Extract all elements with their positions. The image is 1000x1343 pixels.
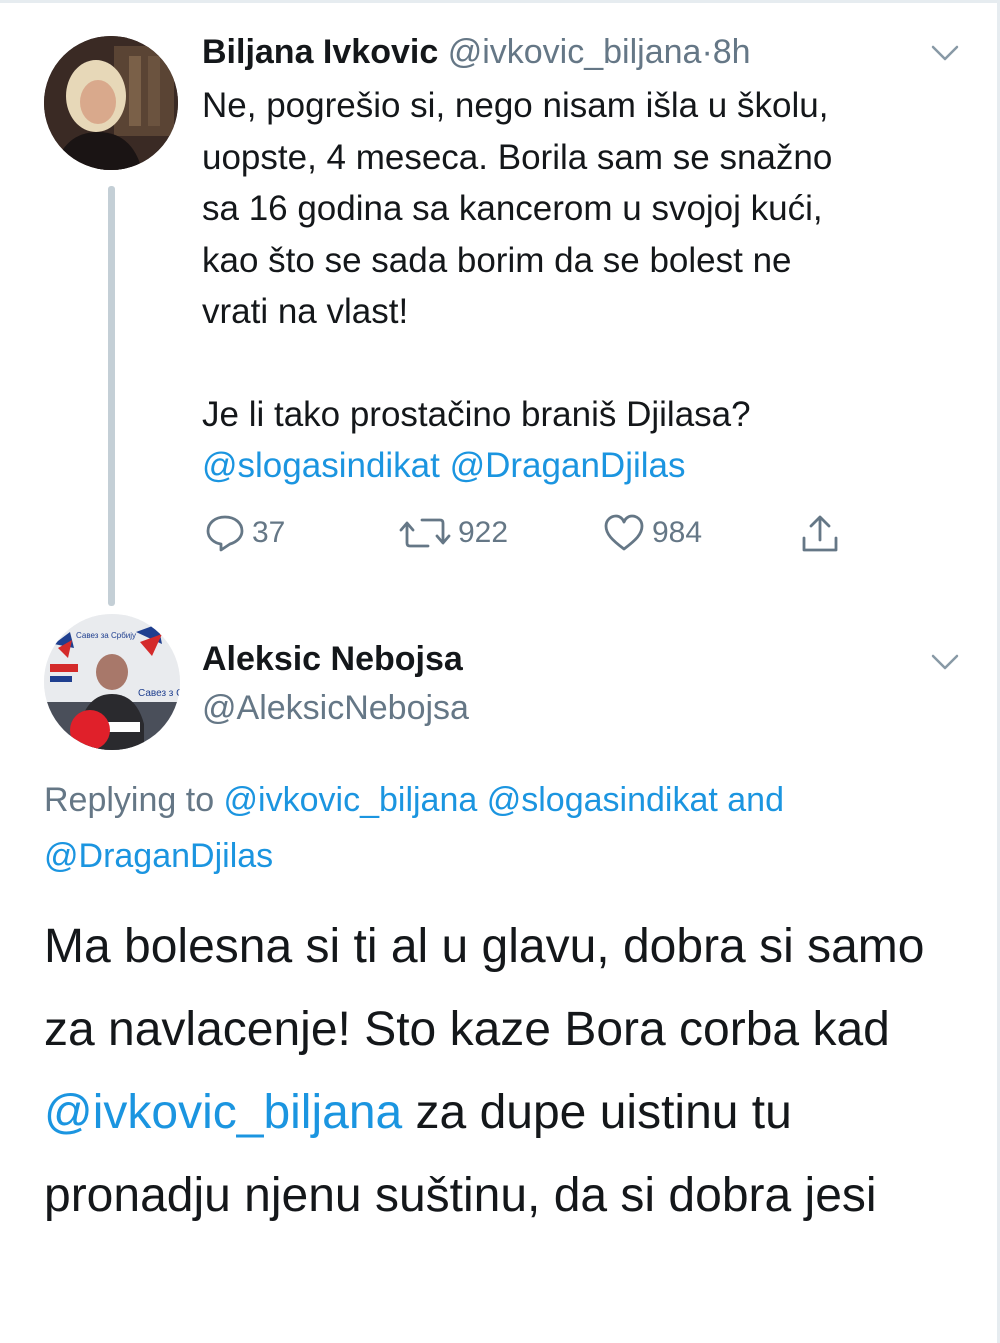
replying-to: Replying to @ivkovic_biljana @slogasindi… <box>44 772 964 884</box>
chevron-down-icon[interactable] <box>930 44 960 62</box>
tweet1-line: Ne, pogrešio si, nego nisam išla u školu… <box>202 86 829 125</box>
reply-count: 37 <box>252 516 286 549</box>
tweet2-text: Ma bolesna si ti al u glavu, dobra si sa… <box>44 905 974 1237</box>
tweet1-separator: · <box>701 33 713 71</box>
tweet1-line: vrati na vlast! <box>202 292 409 331</box>
share-icon <box>802 515 838 552</box>
tweet1-line: sa 16 godina sa kancerom u svojoj kući, <box>202 189 823 228</box>
share-button[interactable] <box>798 512 842 556</box>
like-count: 984 <box>652 516 703 549</box>
tweet1-header: Biljana Ivkovic @ivkovic_biljana·8h <box>202 30 751 74</box>
avatar-photo: Савез за Србију Савез з Србију <box>44 614 180 750</box>
avatar-logo-text-2: Савез з Србију <box>138 687 180 699</box>
chevron-down-icon[interactable] <box>930 653 960 671</box>
tweet1-question: Je li tako prostačino braniš Djilasa? <box>202 394 751 434</box>
like-button[interactable]: 984 <box>602 512 702 554</box>
avatar-aleksic[interactable]: Савез за Србију Савез з Србију <box>44 614 180 750</box>
retweet-button[interactable]: 922 <box>398 512 508 554</box>
tweet2-mention[interactable]: @ivkovic_biljana <box>44 1086 402 1139</box>
tweet1-line: kao što se sada borim da se bolest ne <box>202 240 792 280</box>
reply-button[interactable]: 37 <box>204 512 285 554</box>
tweet1-timestamp[interactable]: 8h <box>713 33 751 71</box>
tweet1-line: uopste, 4 meseca. Borila sam se snažno <box>202 137 833 177</box>
thread-connector-line <box>108 186 115 606</box>
tweet1-author-name[interactable]: Biljana Ivkovic <box>202 33 438 71</box>
tweet1-mentions[interactable]: @slogasindikat @DraganDjilas <box>202 440 972 492</box>
replying-mention-dragan[interactable]: @DraganDjilas <box>44 837 273 875</box>
avatar-photo <box>44 36 178 170</box>
retweet-count: 922 <box>458 516 509 549</box>
tweet2-author-name[interactable]: Aleksic Nebojsa <box>202 637 463 681</box>
reply-icon <box>206 515 244 552</box>
top-divider <box>0 0 1000 3</box>
tweet2-author-handle[interactable]: @AleksicNebojsa <box>202 686 469 730</box>
like-icon <box>604 514 644 551</box>
avatar-logo-text: Савез за Србију <box>76 631 136 640</box>
tweet1-author-handle[interactable]: @ivkovic_biljana <box>448 33 702 71</box>
retweet-icon <box>399 518 451 548</box>
tweet2-text-part-a: Ma bolesna si ti al u glavu, dobra si sa… <box>44 920 925 1056</box>
replying-mentions[interactable]: @ivkovic_biljana @slogasindikat <box>224 781 718 819</box>
avatar-biljana[interactable] <box>44 36 178 170</box>
replying-prefix: Replying to <box>44 781 224 819</box>
tweet1-text: Ne, pogrešio si, nego nisam išla u školu… <box>202 80 972 492</box>
replying-and[interactable]: and <box>718 781 784 819</box>
